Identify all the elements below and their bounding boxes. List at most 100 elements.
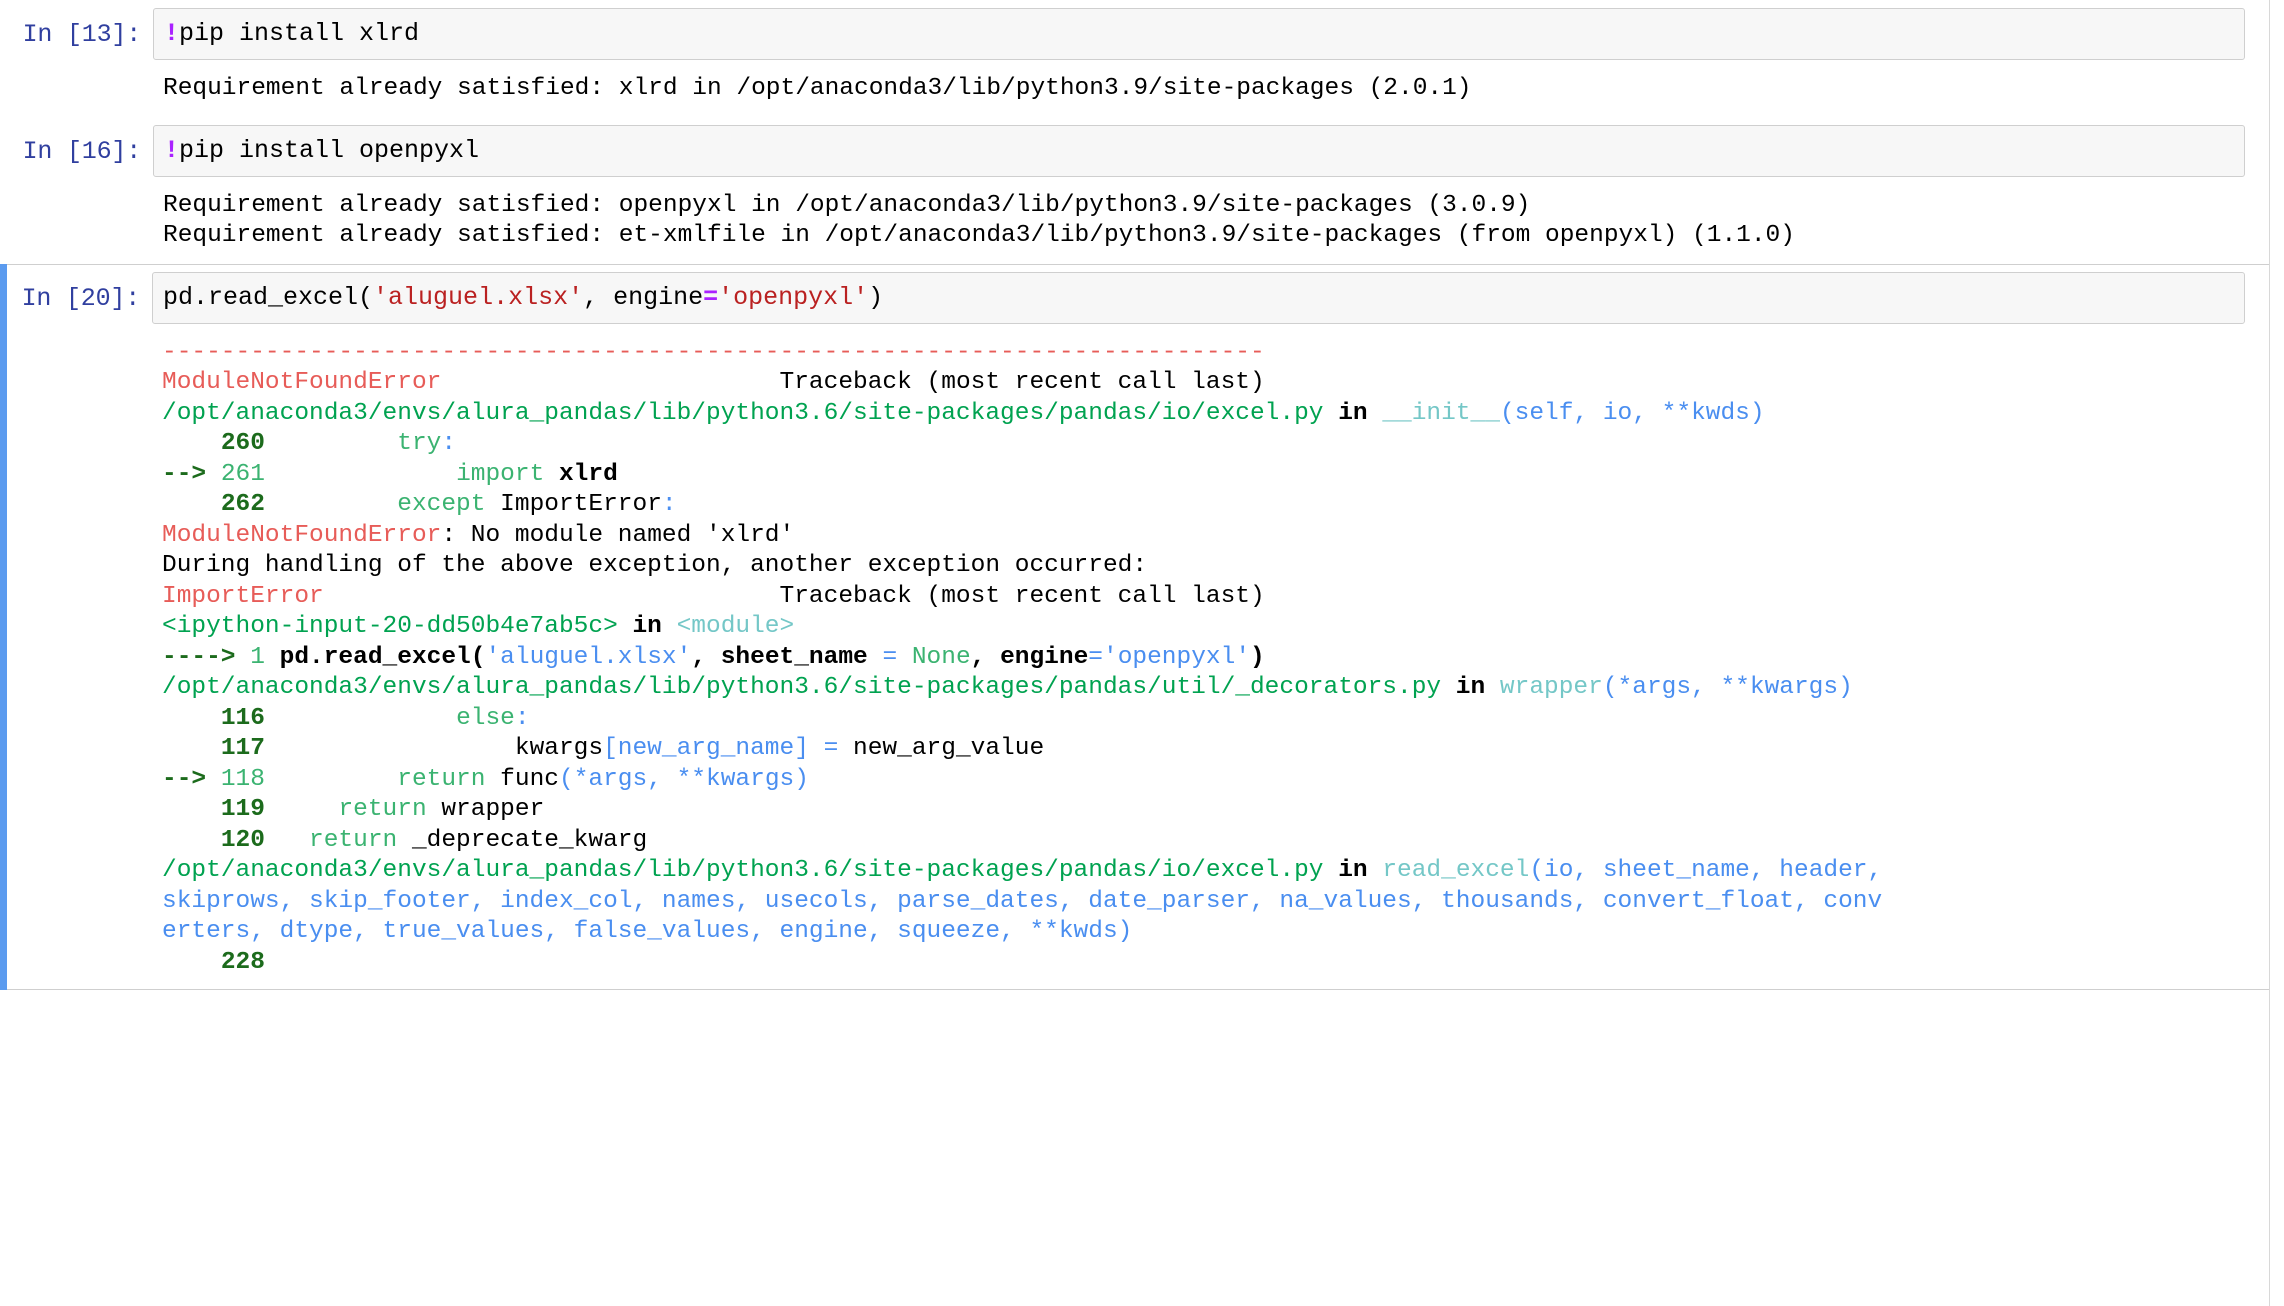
traceback-token: 'aluguel.xlsx' — [485, 643, 692, 671]
traceback-token: 119 — [220, 796, 265, 823]
traceback-token — [265, 491, 397, 518]
traceback-token: in — [617, 613, 677, 640]
code-input-editor[interactable]: !pip install xlrd — [153, 8, 2245, 60]
traceback-token — [162, 949, 221, 976]
traceback-line: ----> 1 pd.read_excel('aluguel.xlsx', sh… — [162, 643, 2245, 674]
traceback-line: <ipython-input-20-dd50b4e7ab5c> in <modu… — [162, 612, 2245, 643]
code-token: ! — [164, 135, 180, 165]
traceback-token: ( — [558, 765, 574, 793]
cell-body: pd.read_excel('aluguel.xlsx', engine='op… — [152, 271, 2245, 983]
traceback-token: None — [911, 643, 971, 671]
traceback-token: 116 — [220, 704, 265, 732]
cell-output-traceback: ----------------------------------------… — [152, 324, 2245, 983]
traceback-token: /opt/anaconda3/envs/alura_pandas/lib/pyt… — [162, 399, 1324, 427]
code-token: ! — [164, 19, 180, 48]
traceback-token: [new_arg_name] — [603, 735, 809, 762]
traceback-line: skiprows, skip_footer, index_col, names,… — [162, 887, 2245, 918]
code-token: pip install openpyxl — [179, 135, 480, 165]
traceback-token: --> — [162, 460, 221, 488]
traceback-line: --> 261 import xlrd — [162, 460, 2245, 491]
traceback-token: pd.read_excel( — [264, 643, 486, 671]
traceback-token: (*args, **kwargs) — [1602, 674, 1853, 701]
traceback-line: 260 try: — [162, 429, 2245, 460]
notebook-cell[interactable]: In [16]: !pip install openpyxl Requirement… — [0, 117, 2270, 264]
traceback-line: During handling of the above exception, … — [162, 551, 2245, 582]
traceback-token: ) — [1250, 643, 1265, 671]
traceback-token: ModuleNotFoundError — [162, 369, 442, 396]
code-token: = — [703, 282, 719, 312]
code-line: !pip install xlrd — [164, 18, 2234, 49]
traceback-token: *args — [573, 765, 648, 793]
traceback-token: 117 — [220, 735, 265, 762]
notebook-cell[interactable]: In [20]: pd.read_excel('aluguel.xlsx', en… — [0, 263, 2270, 990]
traceback-line: 262 except ImportError: — [162, 490, 2245, 521]
code-input-editor[interactable]: !pip install openpyxl — [153, 124, 2245, 177]
traceback-token: ----------------------------------------… — [162, 338, 1265, 366]
notebook-container: In [13]: !pip install xlrd Requirement alr… — [0, 0, 2270, 1306]
traceback-token: func — [485, 765, 559, 793]
traceback-token — [265, 461, 456, 488]
traceback-token — [162, 491, 221, 518]
traceback-token: /opt/anaconda3/envs/alura_pandas/lib/pyt… — [162, 857, 1324, 884]
traceback-token: ) — [794, 765, 809, 793]
traceback-line: ModuleNotFoundError: No module named 'xl… — [162, 521, 2245, 552]
traceback-token — [162, 430, 221, 457]
traceback-token — [162, 705, 221, 732]
traceback-token: (io, sheet_name, header, — [1529, 857, 1883, 884]
traceback-line: 117 kwargs[new_arg_name] = new_arg_value — [162, 734, 2245, 765]
traceback-token: : — [514, 704, 530, 732]
traceback-line: /opt/anaconda3/envs/alura_pandas/lib/pyt… — [162, 856, 2245, 887]
cell-body: !pip install xlrd Requirement already sat… — [153, 8, 2245, 109]
cell-prompt-label: In [16]: — [22, 136, 142, 166]
code-token: ) — [868, 282, 884, 312]
traceback-line: 228 — [162, 948, 2245, 979]
traceback-line: 120 return _deprecate_kwarg — [162, 826, 2245, 857]
traceback-token: else — [456, 704, 515, 732]
traceback-token: 260 — [220, 430, 265, 457]
traceback-token: ImportError — [162, 582, 324, 610]
code-token: 'aluguel.xlsx' — [373, 282, 584, 312]
traceback-line: ModuleNotFoundError Traceback (most rece… — [162, 368, 2245, 399]
traceback-token: , sheet_name — [691, 643, 883, 671]
traceback-token: = — [823, 735, 839, 762]
traceback-token: read_excel — [1382, 857, 1530, 884]
traceback-token: 262 — [220, 491, 265, 518]
traceback-token: : — [661, 491, 677, 518]
traceback-token: in — [1323, 399, 1383, 427]
traceback-token: = — [882, 643, 898, 671]
traceback-token: : — [441, 430, 457, 457]
traceback-token — [162, 735, 221, 762]
traceback-token: , engine — [970, 643, 1089, 671]
traceback-token — [897, 644, 912, 671]
traceback-token: 118 — [220, 765, 265, 793]
vertical-scrollbar[interactable] — [2269, 0, 2284, 1306]
traceback-token: <module> — [676, 613, 795, 640]
traceback-token: <ipython-input-20-dd50b4e7ab5c> — [162, 613, 618, 640]
notebook-cell[interactable]: In [13]: !pip install xlrd Requirement alr… — [0, 0, 2270, 117]
traceback-line: /opt/anaconda3/envs/alura_pandas/lib/pyt… — [162, 399, 2245, 430]
cell-output-stream: Requirement already satisfied: xlrd in /… — [153, 60, 2245, 109]
traceback-token — [265, 796, 339, 823]
traceback-line: 119 return wrapper — [162, 795, 2245, 826]
traceback-token: wrapper — [1499, 674, 1603, 701]
traceback-token: xlrd — [544, 460, 618, 488]
traceback-token: ----> — [162, 643, 251, 671]
code-token: pd.read_excel( — [163, 282, 374, 312]
traceback-token: wrapper — [426, 796, 545, 823]
traceback-token: = — [1088, 643, 1103, 671]
traceback-token: : No module named 'xlrd' — [441, 521, 795, 549]
cell-prompt-label: In [13]: — [22, 20, 142, 49]
cell-output-stream: Requirement already satisfied: openpyxl … — [153, 177, 2245, 256]
traceback-line: erters, dtype, true_values, false_values… — [162, 917, 2245, 948]
traceback-token: return — [338, 796, 427, 823]
traceback-token: Traceback (most recent call last) — [323, 582, 1265, 610]
traceback-token — [162, 827, 221, 854]
traceback-token — [265, 766, 397, 793]
code-token: pip install xlrd — [179, 19, 420, 48]
traceback-token: Traceback (most recent call last) — [441, 369, 1265, 396]
traceback-token — [265, 430, 397, 457]
output-line: Requirement already satisfied: et-xmlfil… — [163, 222, 1795, 249]
traceback-token: , — [647, 765, 677, 793]
code-input-editor[interactable]: pd.read_excel('aluguel.xlsx', engine='op… — [152, 271, 2245, 324]
traceback-token — [809, 735, 824, 762]
